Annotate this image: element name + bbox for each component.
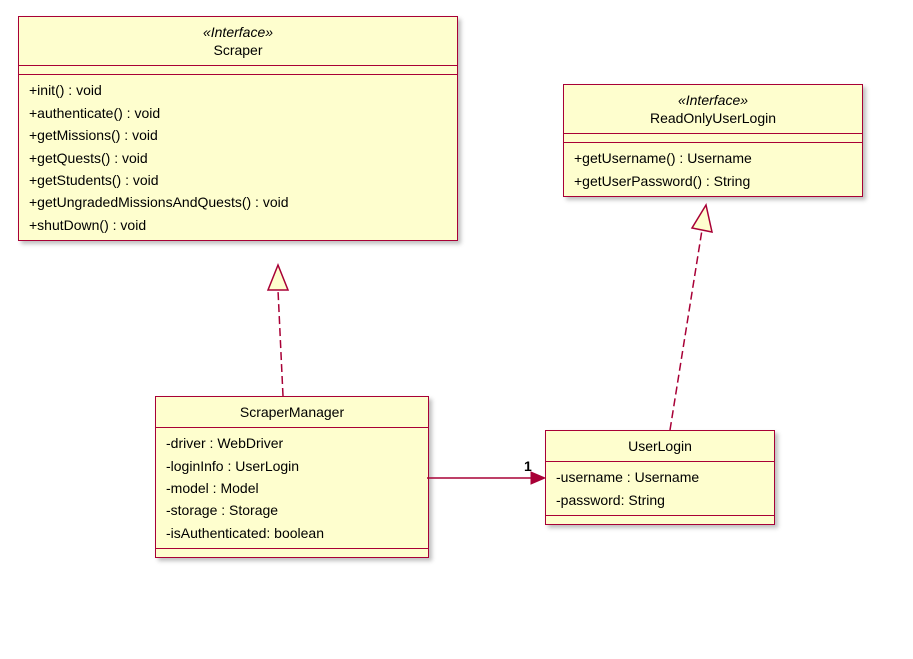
realization-arrowhead: [692, 205, 712, 232]
method-row: +getMissions() : void: [29, 124, 447, 146]
scrapermanager-attributes: -driver : WebDriver -loginInfo : UserLog…: [156, 428, 428, 549]
realization-line: [278, 290, 283, 396]
userlogin-header: UserLogin: [546, 431, 774, 462]
association-arrowhead: [531, 472, 545, 484]
method-row: +getUserPassword() : String: [574, 170, 852, 192]
scraper-attributes: [19, 66, 457, 75]
attribute-row: -isAuthenticated: boolean: [166, 522, 418, 544]
method-row: +init() : void: [29, 79, 447, 101]
readonlyuserlogin-name: ReadOnlyUserLogin: [574, 109, 852, 127]
realization-arrowhead: [268, 265, 288, 290]
readonlyuserlogin-attributes: [564, 134, 862, 143]
readonlyuserlogin-stereotype: «Interface»: [574, 91, 852, 109]
class-scraper: «Interface» Scraper +init() : void +auth…: [18, 16, 458, 241]
attribute-row: -driver : WebDriver: [166, 432, 418, 454]
attribute-row: -username : Username: [556, 466, 764, 488]
attribute-row: -storage : Storage: [166, 499, 418, 521]
userlogin-name: UserLogin: [556, 437, 764, 455]
scrapermanager-name: ScraperManager: [166, 403, 418, 421]
scrapermanager-methods: [156, 549, 428, 557]
scrapermanager-header: ScraperManager: [156, 397, 428, 428]
userlogin-attributes: -username : Username -password: String: [546, 462, 774, 516]
class-userlogin: UserLogin -username : Username -password…: [545, 430, 775, 525]
method-row: +getStudents() : void: [29, 169, 447, 191]
readonlyuserlogin-methods: +getUsername() : Username +getUserPasswo…: [564, 143, 862, 196]
method-row: +getUngradedMissionsAndQuests() : void: [29, 191, 447, 213]
readonlyuserlogin-header: «Interface» ReadOnlyUserLogin: [564, 85, 862, 134]
method-row: +getUsername() : Username: [574, 147, 852, 169]
class-readonlyuserlogin: «Interface» ReadOnlyUserLogin +getUserna…: [563, 84, 863, 197]
scraper-stereotype: «Interface»: [29, 23, 447, 41]
scraper-name: Scraper: [29, 41, 447, 59]
realization-line: [670, 230, 702, 430]
attribute-row: -model : Model: [166, 477, 418, 499]
scraper-header: «Interface» Scraper: [19, 17, 457, 66]
userlogin-methods: [546, 516, 774, 524]
association-multiplicity: 1: [524, 458, 532, 474]
scraper-methods: +init() : void +authenticate() : void +g…: [19, 75, 457, 240]
attribute-row: -loginInfo : UserLogin: [166, 455, 418, 477]
method-row: +shutDown() : void: [29, 214, 447, 236]
method-row: +getQuests() : void: [29, 147, 447, 169]
method-row: +authenticate() : void: [29, 102, 447, 124]
attribute-row: -password: String: [556, 489, 764, 511]
class-scrapermanager: ScraperManager -driver : WebDriver -logi…: [155, 396, 429, 558]
